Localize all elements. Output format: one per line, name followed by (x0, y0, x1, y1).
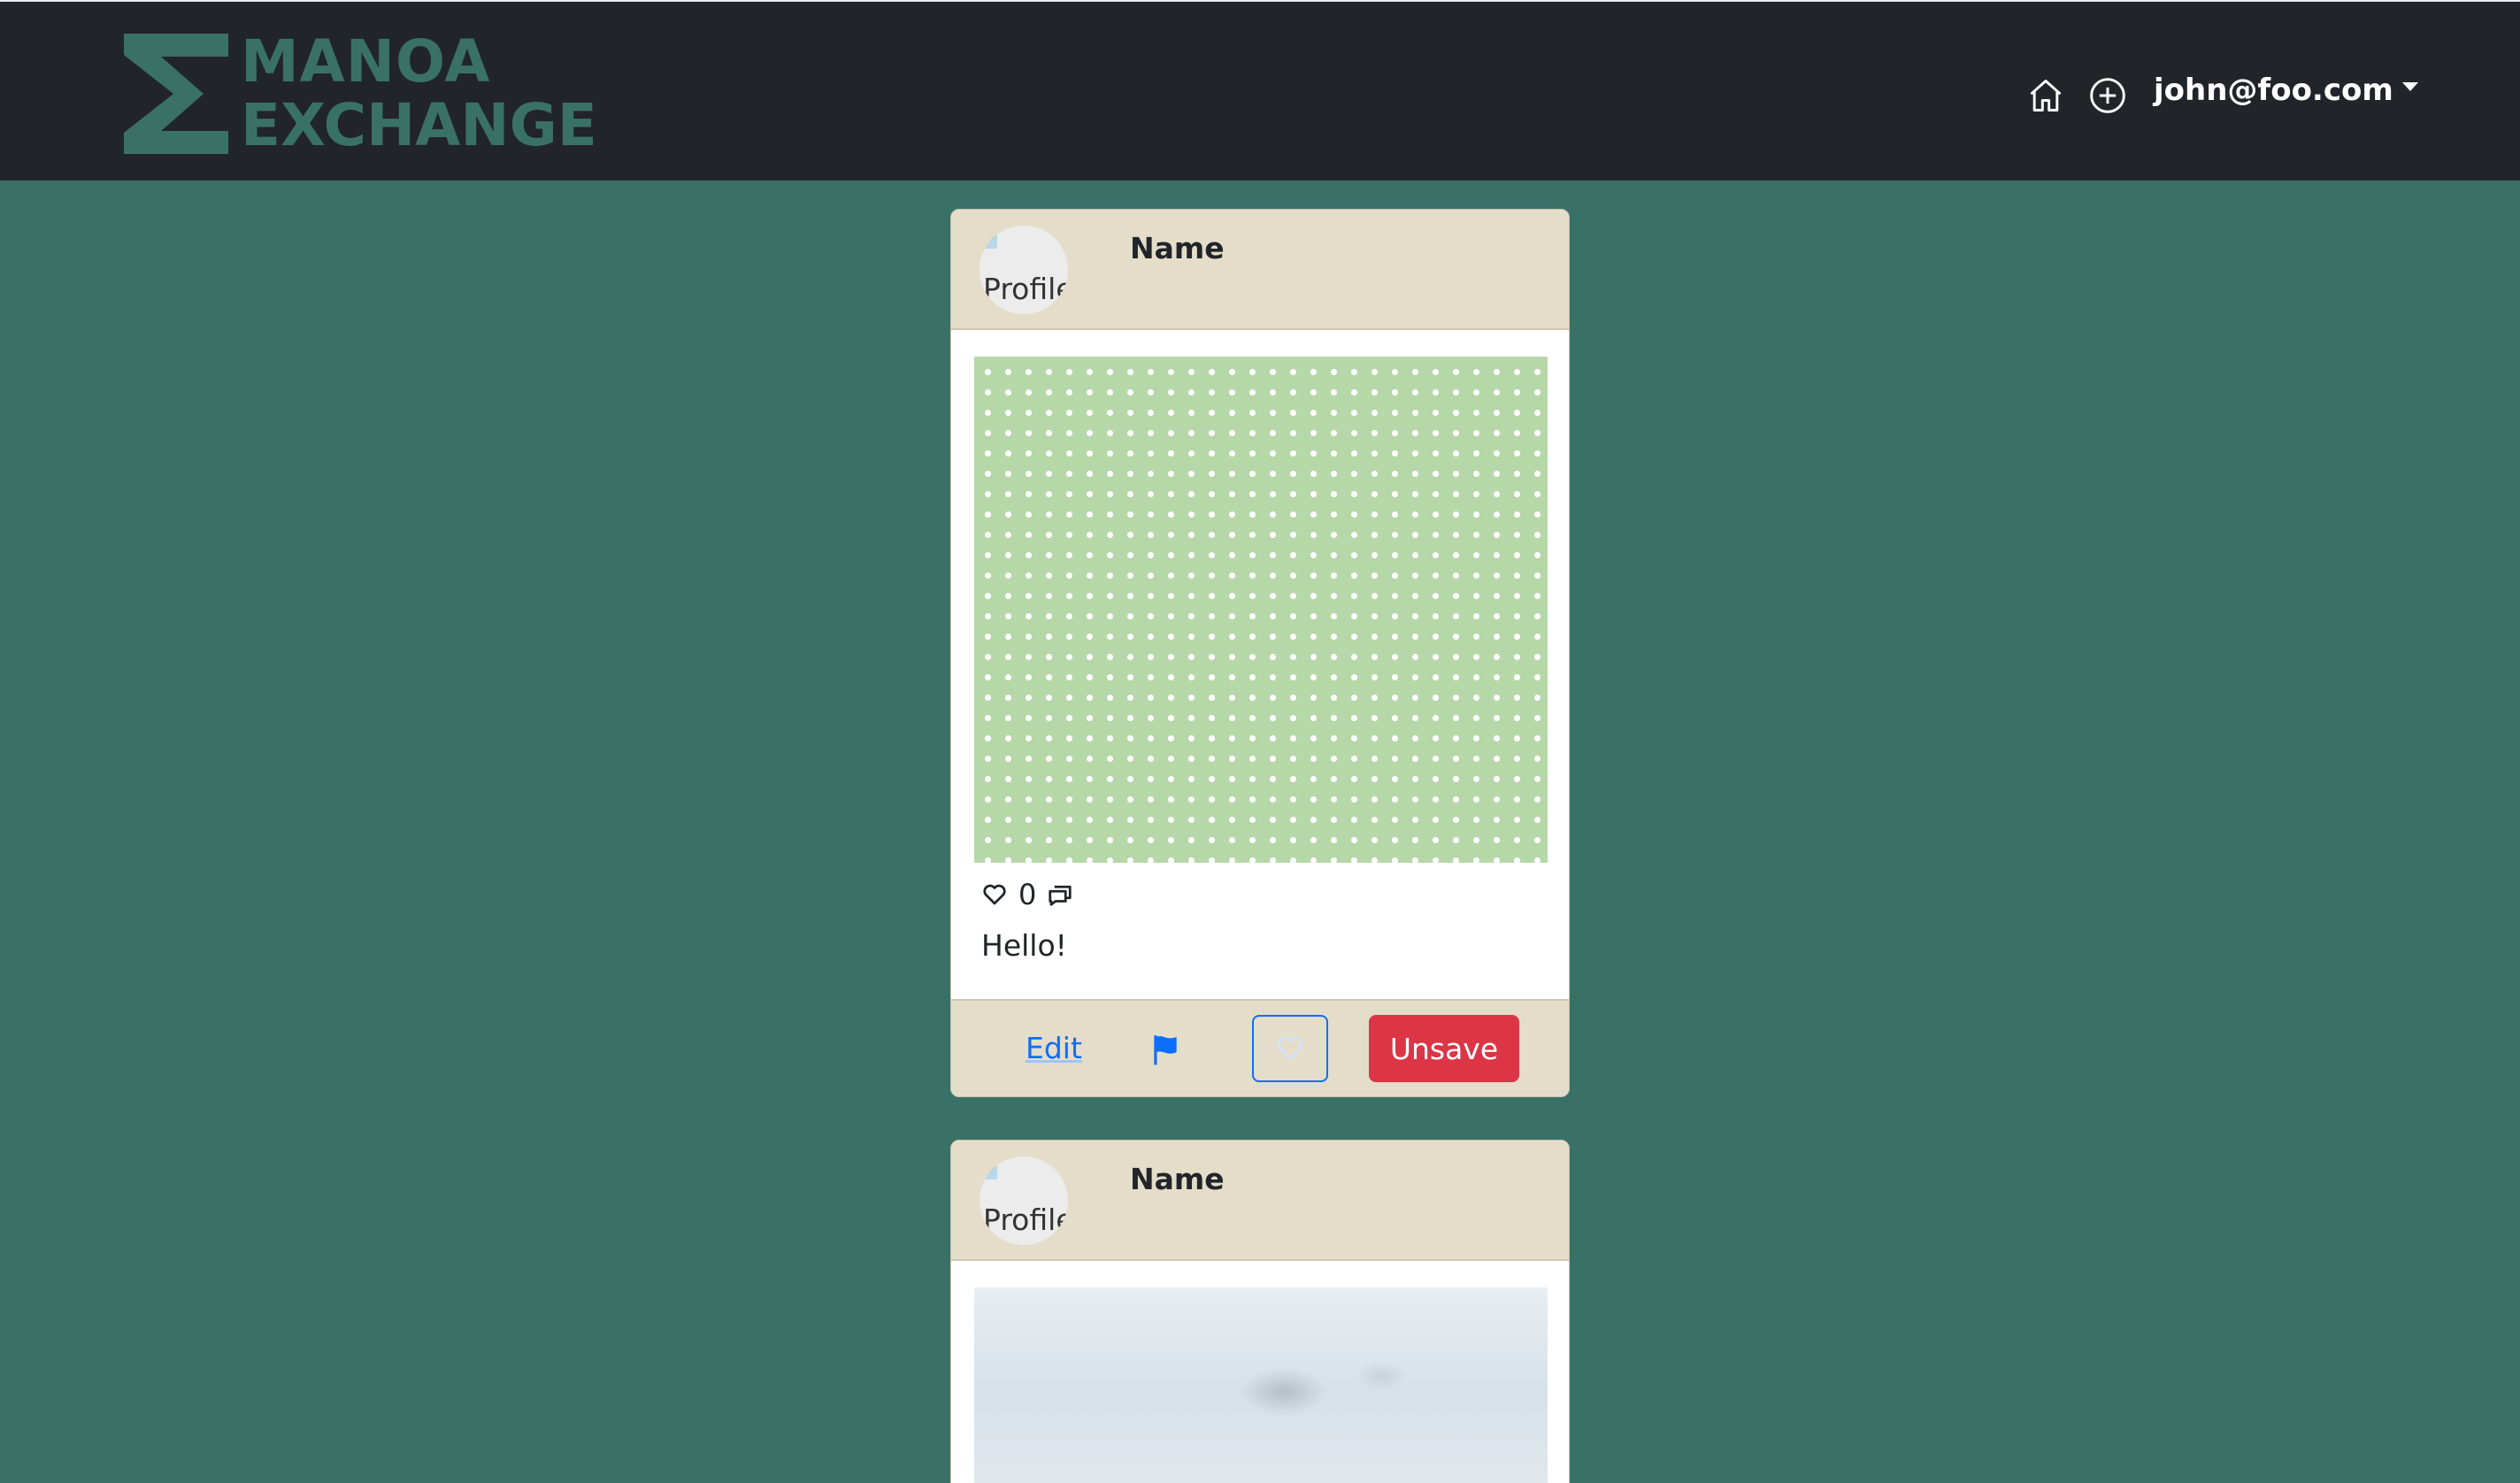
post-card-header: Profile Name (951, 1141, 1569, 1261)
logo-mark-icon (124, 34, 228, 154)
post-card: Profile Name (950, 1140, 1570, 1483)
post-card: Profile Name 0 Hello! Edit Unsave (950, 209, 1570, 1097)
post-card-header: Profile Name (951, 210, 1569, 330)
post-card-footer: Edit Unsave (951, 999, 1569, 1096)
navbar: MANOA EXCHANGE john@foo.com (0, 0, 2520, 181)
plus-circle-icon[interactable] (2088, 76, 2127, 115)
logo-text: MANOA EXCHANGE (241, 33, 597, 155)
heart-icon (983, 884, 1006, 905)
edit-link[interactable]: Edit (1026, 1031, 1082, 1065)
avatar: Profile (980, 1156, 1068, 1245)
comments-icon[interactable] (1047, 881, 1073, 908)
home-icon[interactable] (2026, 76, 2065, 115)
post-caption: Hello! (981, 928, 1067, 963)
broken-image-icon (983, 234, 997, 249)
unsave-button[interactable]: Unsave (1369, 1015, 1519, 1082)
logo-line-2: EXCHANGE (241, 91, 597, 159)
flag-icon[interactable] (1148, 1033, 1183, 1066)
brand-logo[interactable]: MANOA EXCHANGE (124, 32, 597, 156)
like-count: 0 (1018, 878, 1037, 911)
post-image (974, 1287, 1548, 1483)
post-author-name: Name (1130, 1162, 1225, 1196)
post-stats: 0 (981, 877, 1073, 912)
user-dropdown[interactable]: john@foo.com (2154, 73, 2418, 108)
post-image (974, 357, 1548, 863)
broken-image-icon (983, 1165, 997, 1179)
avatar-alt-text: Profile (983, 1203, 1068, 1237)
like-button[interactable] (1252, 1015, 1328, 1082)
chevron-down-icon (2401, 82, 2418, 91)
user-email: john@foo.com (2154, 73, 2393, 108)
logo-line-1: MANOA (241, 27, 491, 96)
avatar: Profile (980, 226, 1068, 314)
avatar-alt-text: Profile (983, 272, 1068, 306)
post-author-name: Name (1130, 231, 1225, 265)
heart-outline-icon (1277, 1037, 1303, 1060)
